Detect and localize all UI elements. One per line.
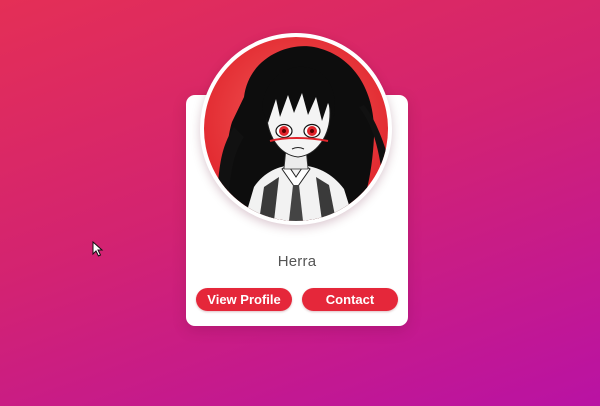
profile-name: Herra <box>277 253 317 270</box>
contact-button[interactable]: Contact <box>302 288 398 311</box>
mouse-pointer-icon <box>92 241 104 257</box>
view-profile-button[interactable]: View Profile <box>196 288 292 311</box>
avatar-portrait-image <box>204 37 388 221</box>
avatar-frame <box>200 33 392 225</box>
avatar[interactable] <box>204 37 388 221</box>
